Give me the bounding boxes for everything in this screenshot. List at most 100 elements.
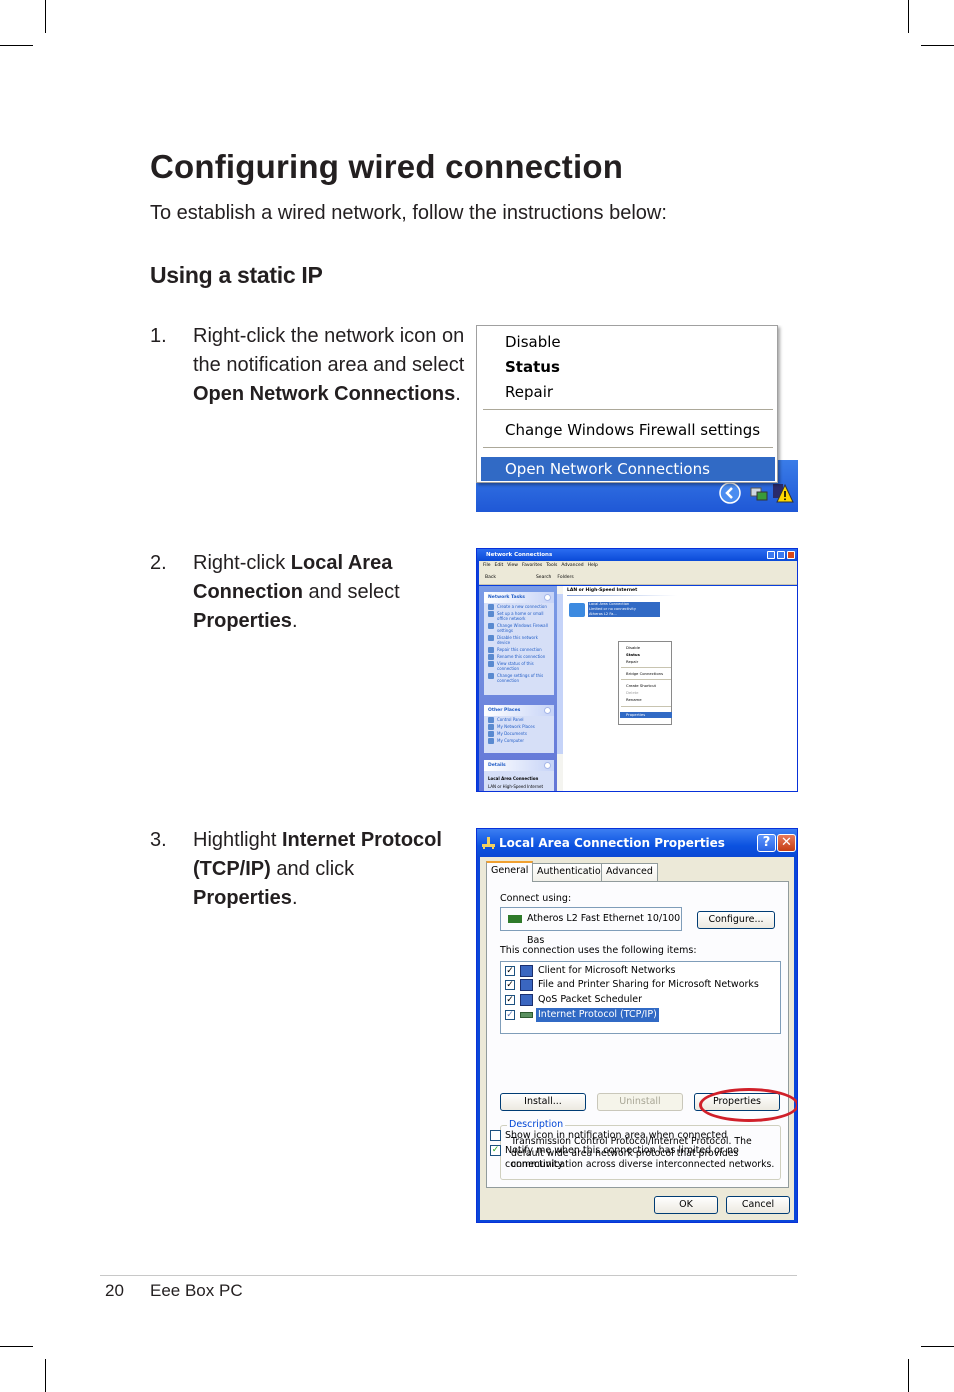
ctx-create-shortcut[interactable]: Create Shortcut: [620, 683, 672, 689]
checkbox-unchecked[interactable]: [490, 1130, 501, 1141]
menu-tools[interactable]: Tools: [546, 563, 557, 568]
dialog-titlebar: Local Area Connection Properties: [477, 829, 797, 857]
checkbox-checked[interactable]: ✓: [505, 1010, 515, 1020]
panel-header[interactable]: Network Tasks: [484, 592, 554, 603]
task-link[interactable]: Repair this connection: [484, 646, 554, 653]
cancel-button[interactable]: Cancel: [726, 1196, 790, 1214]
minimize-button[interactable]: [767, 551, 775, 559]
menu-file[interactable]: File: [483, 563, 491, 568]
close-button[interactable]: [787, 551, 795, 559]
checkbox-checked[interactable]: ✓: [505, 995, 515, 1005]
step-emphasis: Properties: [193, 887, 292, 909]
item-label: Client for Microsoft Networks: [538, 965, 676, 976]
crop-mark: [45, 1359, 46, 1392]
menu-item-disable[interactable]: Disable: [481, 330, 775, 354]
menu-advanced[interactable]: Advanced: [561, 563, 583, 568]
tab-authentication[interactable]: Authentication: [532, 863, 612, 881]
section-heading: Using a static IP: [150, 262, 323, 288]
items-label: This connection uses the following items…: [500, 945, 697, 956]
warning-icon[interactable]: [772, 482, 794, 504]
network-icon[interactable]: [748, 482, 770, 504]
panel-header[interactable]: Details: [484, 760, 554, 771]
connection-device: Atheros L2 Fa...: [589, 612, 617, 616]
screenshot-tray-context-menu: Disable Status Repair Change Windows Fir…: [476, 325, 798, 512]
place-link[interactable]: My Network Places: [484, 723, 554, 730]
adapter-name: Atheros L2 Fast Ethernet 10/100 Bas: [527, 913, 681, 946]
menu-item-repair[interactable]: Repair: [481, 380, 775, 404]
protocol-icon: [520, 1012, 533, 1018]
checkbox-checked[interactable]: ✓: [505, 980, 515, 990]
ctx-properties[interactable]: Properties: [620, 712, 672, 718]
crop-mark: [0, 1346, 33, 1347]
install-button[interactable]: Install...: [500, 1093, 586, 1111]
checkbox-checked[interactable]: ✓: [490, 1145, 501, 1156]
details-type: LAN or High-Speed Internet: [488, 784, 544, 789]
task-link[interactable]: Set up a home or small office network: [484, 610, 554, 622]
ctx-delete: Delete: [626, 690, 639, 695]
menu-edit[interactable]: Edit: [495, 563, 504, 568]
task-link[interactable]: Disable this network device: [484, 634, 554, 646]
menu-help[interactable]: Help: [588, 563, 598, 568]
menu-item-open-network-connections[interactable]: Open Network Connections: [481, 457, 775, 481]
tab-advanced[interactable]: Advanced: [601, 863, 658, 881]
menu-item-status[interactable]: Status: [481, 355, 775, 379]
crop-mark: [0, 45, 33, 46]
ctx-bridge[interactable]: Bridge Connections: [620, 671, 672, 677]
list-item-selected[interactable]: ✓ Internet Protocol (TCP/IP): [505, 1008, 775, 1022]
ctx-disable[interactable]: Disable: [620, 645, 672, 651]
step-text-part: .: [291, 887, 298, 909]
collapse-icon[interactable]: [544, 594, 551, 601]
maximize-button[interactable]: [777, 551, 785, 559]
place-link[interactable]: Control Panel: [484, 716, 554, 723]
menu-view[interactable]: View: [507, 563, 518, 568]
connection-context-menu: Disable Status Repair Bridge Connections…: [618, 641, 672, 725]
task-link[interactable]: Change settings of this connection: [484, 672, 554, 684]
crop-mark: [45, 0, 46, 33]
panel-header[interactable]: Other Places: [484, 705, 554, 716]
checkbox-checked[interactable]: ✓: [505, 966, 515, 976]
search-button[interactable]: Search: [536, 575, 551, 580]
task-link[interactable]: Create a new connection: [484, 603, 554, 610]
ctx-status[interactable]: Status: [620, 652, 672, 658]
place-link[interactable]: My Documents: [484, 730, 554, 737]
lan-connection-icon[interactable]: [569, 603, 585, 617]
place-link[interactable]: My Computer: [484, 737, 554, 744]
ctx-rename[interactable]: Rename: [620, 697, 672, 703]
show-icon-option[interactable]: Show icon in notification area when conn…: [490, 1129, 727, 1143]
ctx-repair[interactable]: Repair: [620, 659, 672, 665]
lan-connection-label[interactable]: Local Area Connection Limited or no conn…: [588, 602, 660, 617]
network-connection-icon: [482, 837, 495, 849]
connections-list: LAN or High-Speed Internet Local Area Co…: [563, 586, 797, 791]
network-card-icon: [508, 915, 522, 923]
configure-button[interactable]: Configure...: [697, 911, 775, 929]
group-header: LAN or High-Speed Internet: [567, 588, 638, 593]
list-item[interactable]: ✓ File and Printer Sharing for Microsoft …: [505, 978, 775, 992]
task-link[interactable]: View status of this connection: [484, 660, 554, 672]
help-button[interactable]: ?: [757, 834, 776, 852]
show-hidden-icons-icon[interactable]: [719, 482, 741, 504]
ok-button[interactable]: OK: [654, 1196, 718, 1214]
tab-general[interactable]: General: [486, 861, 534, 882]
task-link[interactable]: Rename this connection: [484, 653, 554, 660]
task-link[interactable]: Change Windows Firewall settings: [484, 622, 554, 634]
collapse-icon[interactable]: [544, 762, 551, 769]
step-text-part: .: [455, 383, 461, 405]
crop-mark: [921, 45, 954, 46]
step-number: 1.: [150, 325, 167, 347]
step-text: Right-click the network icon on the noti…: [193, 322, 473, 409]
folders-button[interactable]: Folders: [557, 575, 573, 580]
menu-bar: File Edit View Favorites Tools Advanced Help: [479, 561, 797, 571]
menu-favorites[interactable]: Favorites: [522, 563, 542, 568]
collapse-icon[interactable]: [544, 707, 551, 714]
option-label: Show icon in notification area when conn…: [505, 1130, 728, 1141]
step-emphasis: Open Network Connections: [193, 383, 456, 405]
menu-item-firewall-settings[interactable]: Change Windows Firewall settings: [481, 418, 775, 442]
menu-separator: [621, 706, 671, 707]
step-text-part: and click: [270, 858, 355, 880]
list-item[interactable]: ✓ Client for Microsoft Networks: [505, 964, 775, 978]
list-item[interactable]: ✓ QoS Packet Scheduler: [505, 993, 775, 1007]
screenshot-network-connections: Network Connections File Edit View Favorite…: [476, 548, 798, 792]
back-button[interactable]: Back: [485, 575, 496, 580]
notify-option[interactable]: ✓ Notify me when this connection has lim…: [490, 1144, 797, 1170]
close-button[interactable]: ✕: [777, 834, 796, 852]
